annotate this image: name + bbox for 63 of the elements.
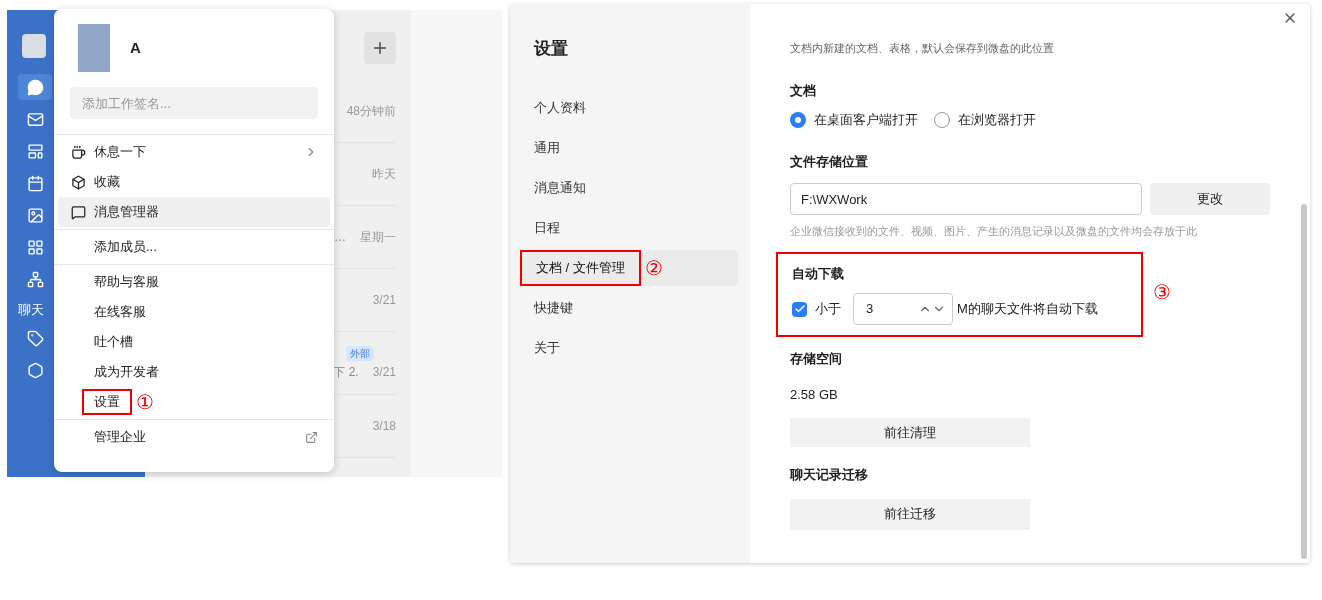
add-button[interactable] — [364, 32, 396, 64]
section-heading: 存储空间 — [790, 350, 843, 368]
number-spinner[interactable]: 3 — [853, 293, 953, 325]
sidebar-label: 聊天 — [18, 301, 44, 319]
photo-placeholder — [78, 24, 110, 72]
message-preview: … — [334, 229, 346, 246]
chat-time: 3/21 — [372, 292, 396, 309]
checkbox[interactable] — [792, 301, 807, 317]
nav-item[interactable]: 个人资料 — [520, 89, 600, 126]
menu-item[interactable]: 休息一下 — [58, 137, 330, 167]
message-icon — [70, 204, 86, 220]
menu-item[interactable]: 收藏 — [58, 167, 330, 197]
radio-label: 在桌面客户端打开 — [814, 111, 918, 129]
nav-item[interactable]: 关于 — [520, 329, 574, 366]
suffix-text: M的聊天文件将自动下载 — [957, 300, 1098, 319]
checkbox-label: 小于 — [815, 300, 841, 319]
chat-time: 昨天 — [372, 166, 396, 183]
radio-button[interactable] — [790, 111, 806, 128]
cup-icon — [70, 144, 86, 160]
user-name: A — [130, 37, 141, 58]
radio-label: 在浏览器打开 — [958, 111, 1036, 129]
chat-icon[interactable] — [18, 74, 52, 100]
external-link-icon — [305, 430, 318, 444]
nav-item[interactable]: 快捷键 — [520, 289, 587, 326]
chat-time: 48分钟前 — [346, 103, 396, 120]
chat-time: 星期一 — [360, 229, 396, 246]
menu-item[interactable]: 消息管理器 — [58, 197, 330, 227]
avatar-placeholder — [22, 34, 46, 58]
annotation-number: ② — [644, 257, 663, 278]
menu-item[interactable]: 管理企业 — [58, 422, 330, 452]
message-preview: 下 2. — [333, 363, 359, 381]
storage-size: 2.58 GB — [790, 385, 839, 404]
change-button[interactable]: 更改 — [1150, 183, 1270, 215]
menu-item[interactable]: 吐个槽 — [58, 327, 330, 357]
section-heading: 聊天记录迁移 — [790, 466, 869, 484]
chat-time: 3/18 — [372, 418, 396, 435]
path-field[interactable]: F:\WXWork — [790, 183, 1142, 215]
menu-item[interactable]: 帮助与客服 — [58, 267, 330, 297]
hint-text: 企业微信接收到的文件、视频、图片、产生的消息记录以及微盘的文件均会存放于此 — [790, 224, 1198, 239]
menu-item[interactable]: 成为开发者 — [58, 357, 330, 387]
menu-item[interactable]: 在线客服 — [58, 297, 330, 327]
radio-button[interactable] — [934, 111, 950, 128]
migrate-button[interactable]: 前往迁移 — [790, 498, 1030, 530]
annotation-number: ③ — [1153, 281, 1171, 304]
cube-icon — [70, 174, 86, 190]
clean-button[interactable]: 前往清理 — [790, 418, 1030, 447]
chat-time: 3/21 — [372, 363, 396, 381]
description-text: 文档内新建的文档、表格，默认会保存到微盘的此位置 — [790, 41, 1055, 56]
external-badge: 外部 — [346, 345, 374, 361]
plus-icon — [371, 39, 389, 57]
menu-item[interactable]: 设置 ① — [58, 387, 330, 417]
scrollbar[interactable] — [1301, 204, 1307, 559]
annotation-number: ① — [136, 392, 154, 412]
section-heading: 自动下载 — [792, 264, 845, 283]
section-heading: 文档 — [790, 81, 817, 100]
section-heading: 文件存储位置 — [790, 152, 869, 171]
settings-title: 设置 — [532, 38, 569, 60]
signature-field[interactable]: 添加工作签名... — [70, 87, 318, 119]
nav-item[interactable]: 文档 / 文件管理 — [520, 249, 641, 286]
menu-item[interactable]: 添加成员... — [58, 232, 330, 262]
nav-item[interactable]: 日程 — [520, 209, 574, 246]
nav-item[interactable]: 通用 — [520, 129, 574, 166]
nav-item[interactable]: 消息通知 — [520, 169, 600, 206]
